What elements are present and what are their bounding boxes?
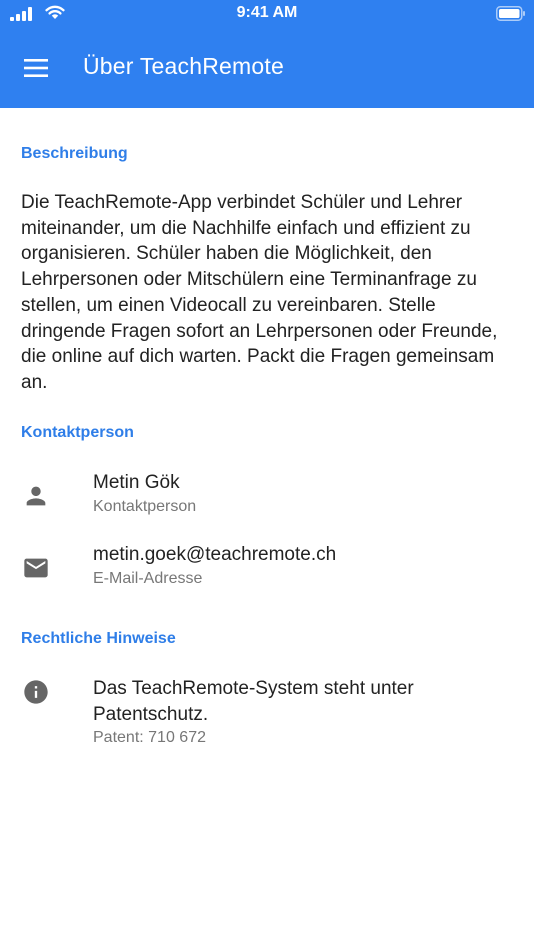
- section-header-contact: Kontaktperson: [21, 424, 134, 441]
- status-time: 9:41 AM: [236, 4, 298, 21]
- contact-email-text: metin.goek@teachremote.ch E-Mail-Adresse: [93, 542, 513, 588]
- section-header-legal: Rechtliche Hinweise: [21, 630, 176, 647]
- mail-icon: [24, 558, 48, 578]
- app-bar: 9:41 AM Über TeachRemote: [0, 0, 534, 108]
- info-icon: [24, 680, 48, 704]
- person-icon: [26, 486, 46, 506]
- menu-button[interactable]: [14, 48, 58, 88]
- patent-number: Patent: 710 672: [93, 729, 206, 747]
- contact-name-text: Metin Gök Kontaktperson: [93, 470, 513, 516]
- status-bar: 9:41 AM: [0, 0, 534, 28]
- contact-name-label: Kontaktperson: [93, 497, 197, 515]
- contact-email-label: E-Mail-Adresse: [93, 569, 203, 587]
- section-header-description: Beschreibung: [21, 145, 128, 162]
- description-text: Die TeachRemote-App verbindet Schüler un…: [21, 192, 498, 393]
- toolbar: Über TeachRemote: [0, 38, 534, 98]
- page-title: Über TeachRemote: [83, 53, 284, 79]
- battery-icon: [496, 6, 525, 21]
- contact-email[interactable]: metin.goek@teachremote.ch: [93, 542, 513, 568]
- contact-name: Metin Gök: [93, 472, 180, 493]
- hamburger-menu-icon: [24, 59, 48, 77]
- patent-notice: Das TeachRemote-System steht unter Paten…: [93, 678, 414, 725]
- legal-text: Das TeachRemote-System steht unter Paten…: [93, 676, 513, 747]
